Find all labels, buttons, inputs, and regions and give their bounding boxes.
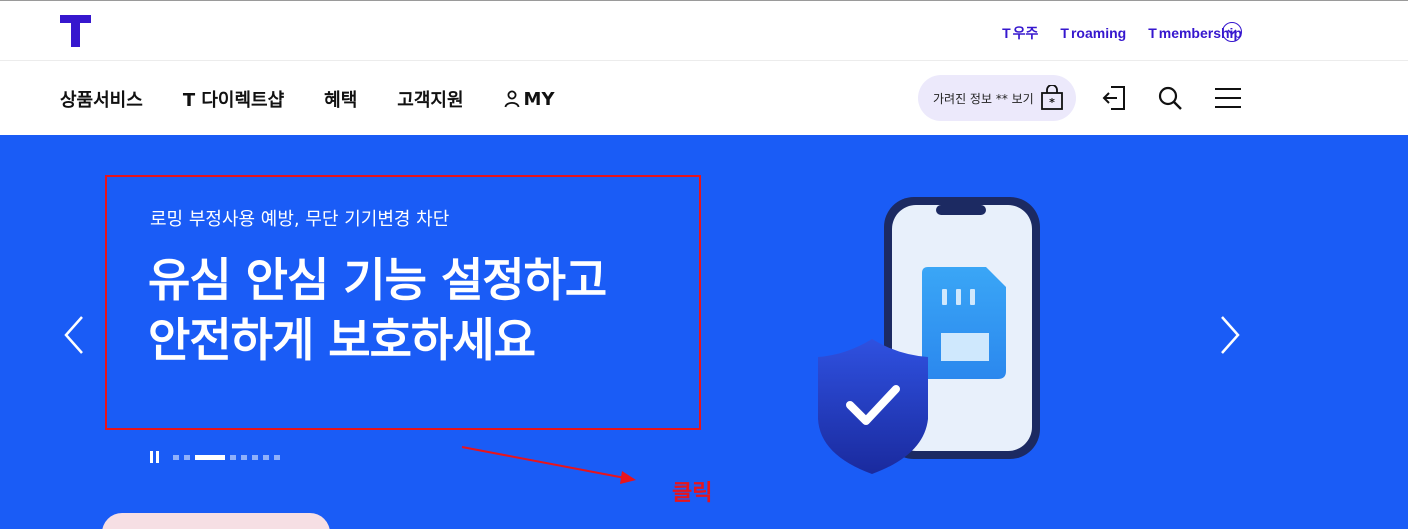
global-navigation: 상품서비스 T 다이렉트샵 혜택 고객지원 MY 가려진 정보 ** 보기 * bbox=[0, 62, 1408, 135]
menu-item-label: 고객지원 bbox=[397, 90, 464, 111]
masked-info-label: 가려진 정보 ** 보기 bbox=[933, 91, 1034, 106]
slide-indicator bbox=[150, 451, 280, 463]
slide-dot[interactable] bbox=[184, 454, 190, 460]
menu-item-my[interactable]: MY bbox=[504, 89, 555, 110]
t-logo-icon[interactable] bbox=[60, 15, 91, 47]
svg-text:*: * bbox=[1049, 96, 1055, 109]
hero-title-line-2: 안전하게 보호하세요 bbox=[148, 313, 536, 367]
hero-subtitle: 로밍 부정사용 예방, 무단 기기변경 차단 bbox=[150, 209, 450, 230]
chevron-down-icon[interactable] bbox=[1222, 22, 1242, 42]
util-link-label: roaming bbox=[1070, 25, 1127, 41]
main-menu: 상품서비스 T 다이렉트샵 혜택 고객지원 MY bbox=[60, 86, 595, 112]
util-link-roaming[interactable]: T roaming bbox=[1060, 25, 1126, 41]
menu-item-label: MY bbox=[523, 88, 555, 110]
util-link-woozoo[interactable]: T 우주 bbox=[1002, 23, 1038, 43]
next-slide-icon[interactable] bbox=[1214, 313, 1244, 357]
menu-item-direct-shop[interactable]: T 다이렉트샵 bbox=[183, 86, 284, 112]
slide-dot[interactable] bbox=[241, 454, 247, 460]
menu-item-support[interactable]: 고객지원 bbox=[397, 86, 463, 112]
t-mark: T bbox=[1148, 25, 1157, 41]
menu-item-label: 상품서비스 bbox=[60, 90, 143, 111]
pause-icon[interactable] bbox=[150, 451, 159, 463]
util-link-label: 우주 bbox=[1012, 25, 1039, 41]
utility-bar: T 우주 T roaming T membership bbox=[0, 1, 1408, 61]
t-mark: T bbox=[1060, 25, 1069, 41]
slide-dot[interactable] bbox=[173, 454, 179, 460]
slide-dot[interactable] bbox=[263, 454, 269, 460]
slide-dot[interactable] bbox=[274, 454, 280, 460]
menu-item-label: 혜택 bbox=[324, 90, 358, 111]
slide-dot[interactable] bbox=[230, 454, 236, 460]
sim-security-illustration bbox=[818, 197, 1040, 474]
prev-slide-icon[interactable] bbox=[60, 313, 90, 357]
t-mark: T bbox=[1002, 25, 1011, 41]
click-annotation-label: 클릭 bbox=[672, 481, 713, 506]
slide-dot[interactable] bbox=[252, 454, 258, 460]
hero-title[interactable]: 유심 안심 기능 설정하고 안전하게 보호하세요 bbox=[148, 250, 607, 370]
utility-links: T 우주 T roaming T membership bbox=[1002, 23, 1242, 43]
menu-item-benefits[interactable]: 혜택 bbox=[324, 86, 357, 112]
menu-item-label: T 다이렉트샵 bbox=[182, 90, 285, 111]
masked-info-button[interactable]: 가려진 정보 ** 보기 * bbox=[918, 75, 1076, 121]
menu-item-products[interactable]: 상품서비스 bbox=[60, 86, 143, 112]
person-icon bbox=[504, 90, 520, 108]
hamburger-menu-icon[interactable] bbox=[1214, 84, 1242, 112]
hero-cta-button[interactable] bbox=[102, 513, 330, 529]
lock-bag-icon: * bbox=[1040, 84, 1064, 114]
annotation-arrow-icon bbox=[461, 446, 636, 484]
logout-icon[interactable] bbox=[1100, 84, 1128, 112]
hero-title-line-1: 유심 안심 기능 설정하고 bbox=[148, 253, 607, 307]
slide-dot-active[interactable] bbox=[195, 454, 225, 460]
hero-banner: 로밍 부정사용 예방, 무단 기기변경 차단 유심 안심 기능 설정하고 안전하… bbox=[0, 135, 1408, 529]
search-icon[interactable] bbox=[1156, 84, 1184, 112]
